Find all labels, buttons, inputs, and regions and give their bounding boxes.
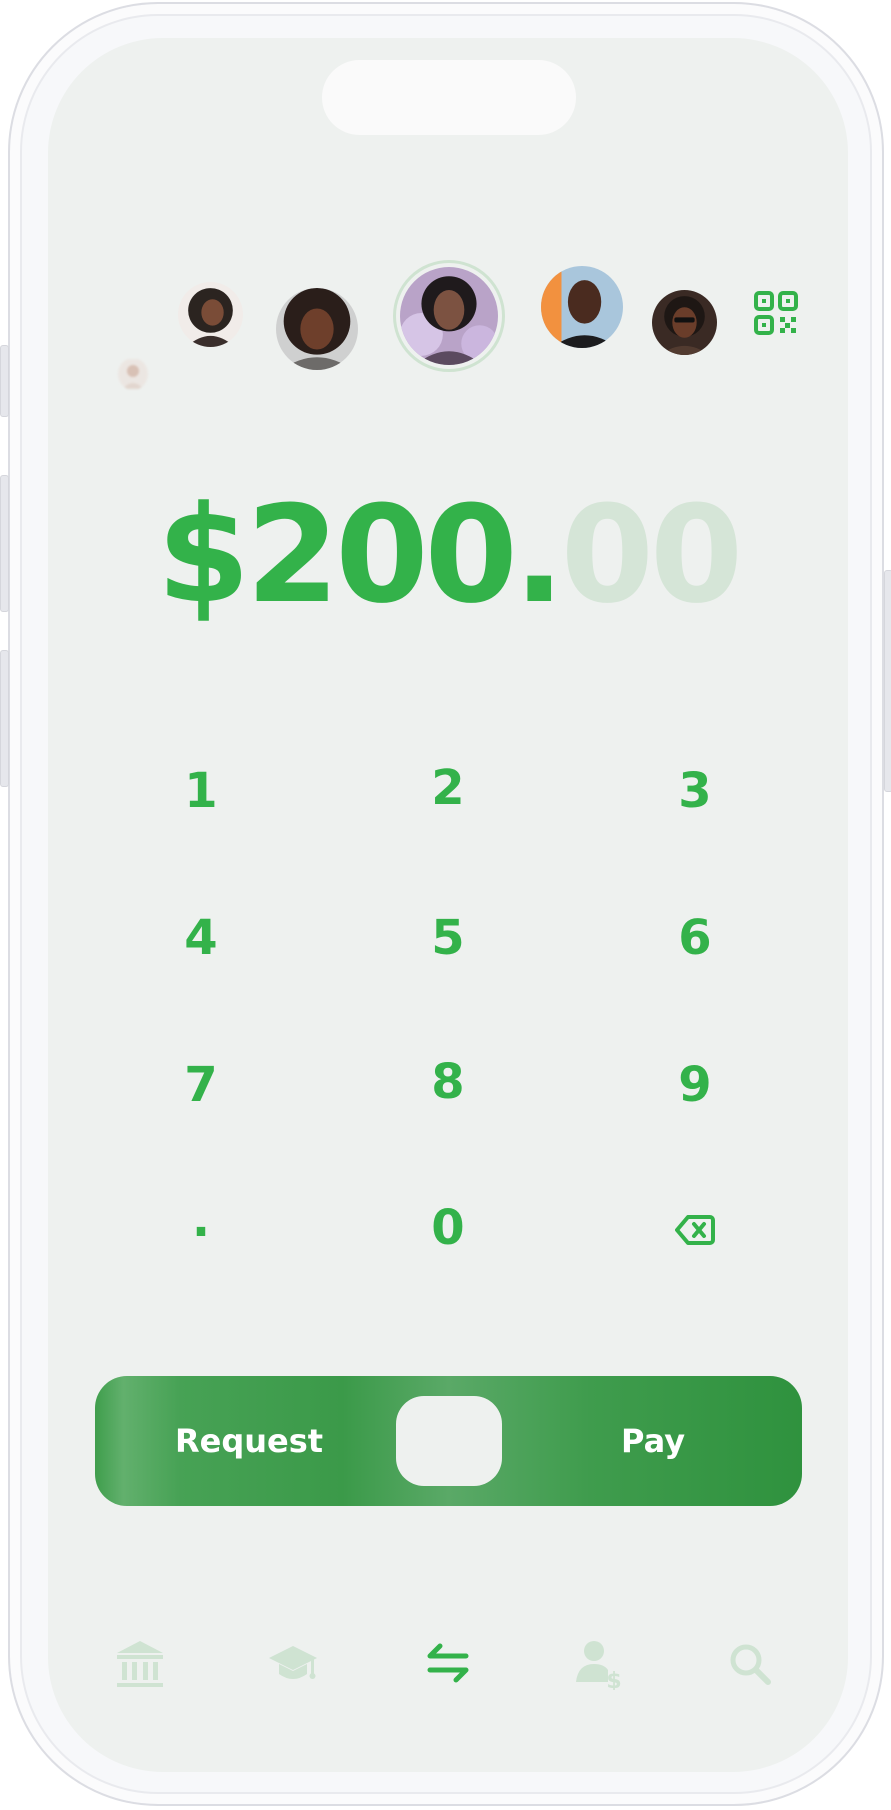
side-button-power xyxy=(884,570,891,792)
app-screen: $200.00 1 2 3 4 5 6 7 8 9 . 0 Request Pa… xyxy=(48,38,848,1772)
side-button-volume-down xyxy=(0,650,9,787)
dynamic-island xyxy=(322,60,576,135)
pay-button[interactable]: Pay xyxy=(621,1376,685,1506)
side-button-volume-up xyxy=(0,475,9,612)
side-button-mute xyxy=(0,345,9,417)
key-4[interactable]: 4 xyxy=(141,898,261,978)
key-3[interactable]: 3 xyxy=(635,751,755,831)
key-6[interactable]: 6 xyxy=(635,898,755,978)
tab-learn[interactable] xyxy=(263,1634,323,1694)
key-5[interactable]: 5 xyxy=(388,898,508,978)
contact-avatar-5[interactable] xyxy=(541,266,623,348)
tab-search[interactable] xyxy=(720,1634,780,1694)
key-8[interactable]: 8 xyxy=(388,1042,508,1122)
key-9[interactable]: 9 xyxy=(635,1045,755,1125)
tab-transfer[interactable] xyxy=(418,1634,478,1694)
request-button[interactable]: Request xyxy=(175,1376,323,1506)
contact-avatar-1[interactable] xyxy=(118,358,148,390)
slider-knob[interactable] xyxy=(396,1396,502,1486)
key-2[interactable]: 2 xyxy=(388,748,508,828)
graduation-cap-icon xyxy=(269,1646,317,1679)
amount-display: $200.00 xyxy=(48,488,848,622)
contact-avatar-6[interactable] xyxy=(652,290,717,355)
svg-text:$: $ xyxy=(606,1669,621,1690)
key-decimal[interactable]: . xyxy=(141,1180,261,1260)
amount-cents: 00 xyxy=(560,477,743,633)
tab-contacts-pay[interactable]: $ xyxy=(570,1634,630,1694)
amount-whole: $200. xyxy=(156,477,565,633)
transfer-icon xyxy=(427,1643,469,1683)
contact-avatar-2[interactable] xyxy=(178,282,243,347)
user-dollar-icon: $ xyxy=(576,1641,622,1690)
tab-bank[interactable] xyxy=(110,1634,170,1694)
key-1[interactable]: 1 xyxy=(141,751,261,831)
key-0[interactable]: 0 xyxy=(388,1188,508,1268)
backspace-icon xyxy=(675,1215,715,1245)
contact-avatar-4[interactable] xyxy=(400,267,498,365)
key-backspace[interactable] xyxy=(635,1190,755,1270)
key-7[interactable]: 7 xyxy=(141,1045,261,1125)
qr-code-icon[interactable] xyxy=(753,290,799,336)
contact-avatar-3[interactable] xyxy=(276,288,358,370)
bank-icon xyxy=(117,1641,163,1687)
search-icon xyxy=(730,1644,771,1685)
